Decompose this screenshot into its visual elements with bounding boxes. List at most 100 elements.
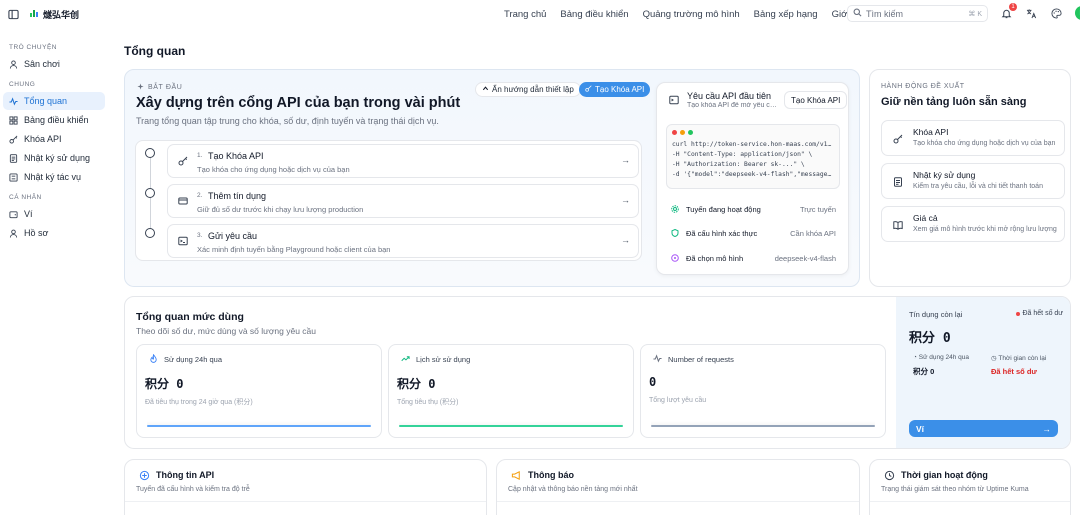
step-send-request[interactable]: 3. Gửi yêu cầu Xác minh định tuyến bằng … [167,224,639,258]
sparkle-icon [137,83,144,92]
card-title: Thông báo [528,470,574,480]
sidebar-item-profile[interactable]: Hồ sơ [3,224,105,242]
recommended-item-pricing[interactable]: Giá cả Xem giá mô hình trước khi mở rộng… [881,206,1065,242]
status-value: Cần khóa API [790,228,836,238]
clock-icon [884,470,895,481]
grid-icon [9,115,18,125]
wallet-icon [9,210,18,219]
credit-time-cell: ◷ Thời gian còn lại Đã hết số dư [991,354,1046,376]
trending-up-icon [401,354,410,363]
sidebar-toggle-icon[interactable] [7,8,19,20]
flame-icon: ◔ [913,354,917,361]
shield-icon [671,229,679,237]
activity-icon [653,354,662,363]
step-number: 3. [197,232,203,239]
hero-tag: BẮT ĐẦU [137,83,182,92]
arrow-right-icon: → [1042,423,1052,434]
arrow-right-icon: → [621,235,630,245]
recommended-item-title: Giá cả [913,213,938,223]
credit-warning: Đã hết số dư [1015,310,1064,317]
sidebar-item-api-keys[interactable]: Khóa API [3,130,105,148]
card-subtitle: Tuyến đã cấu hình và kiểm tra độ trễ [136,486,250,493]
api-card-subtitle: Tạo khóa API để mở yêu cầu đầu tiên [687,102,779,109]
nav-model-square[interactable]: Quảng trường mô hình [643,9,740,20]
recommended-item-desc: Tạo khóa cho ứng dụng hoặc dịch vụ của b… [913,140,1056,147]
create-api-key-button[interactable]: Tạo Khóa API [579,82,651,97]
step-desc: Xác minh định tuyến bằng Playground hoặc… [197,245,391,254]
code-line: -d '{"model":"deepseek-v4-flash","messag… [672,171,834,178]
divider [497,501,859,502]
wallet-button[interactable]: Ví → [909,420,1058,437]
sidebar-item-playground[interactable]: Sân chơi [3,55,105,73]
status-row-route: Tuyến đang hoạt động Trực tuyến [671,202,836,216]
nav-dashboard[interactable]: Bảng điều khiển [560,9,628,20]
code-line: curl http://token-service.hon-maas.com/v… [672,141,834,148]
card-title: Thông tin API [156,470,215,480]
sidebar-item-dashboard[interactable]: Bảng điều khiển [3,111,105,129]
stat-trend-line [399,421,623,427]
sidebar-section-title: CHUNG [9,81,36,88]
step-desc: Tạo khóa cho ứng dụng hoặc dịch vụ của b… [197,165,350,174]
sidebar-item-task-logs[interactable]: Nhật ký tác vụ [3,168,105,186]
step-title: Thêm tín dụng [208,191,267,201]
status-label: Đã cấu hình xác thực [686,228,758,238]
card-subtitle: Cập nhật và thông báo nền tảng mới nhất [508,486,638,493]
stat-value: 积分 0 [397,377,436,391]
usage-subtitle: Theo dõi số dư, mức dùng và số lượng yêu… [136,326,316,336]
route-icon [671,205,679,213]
nav-home[interactable]: Trang chủ [504,9,546,20]
recommended-item-api-keys[interactable]: Khóa API Tạo khóa cho ứng dụng hoặc dịch… [881,120,1065,156]
arrow-right-icon: → [621,195,630,205]
brand-name: 燧弘华创 [43,9,80,20]
credit-time-value: Đã hết số dư [991,367,1037,376]
log-icon [9,153,18,163]
recommended-title: Giữ nền tảng luôn sẵn sàng [881,96,1027,108]
uptime-card: Thời gian hoạt động Trạng thái giám sát … [869,459,1071,515]
card-icon [178,196,188,206]
card-subtitle: Trạng thái giám sát theo nhóm từ Uptime … [881,486,1029,493]
status-value: Trực tuyến [799,204,836,214]
main-nav: Trang chủ Bảng điều khiển Quảng trường m… [504,0,873,28]
status-label: Tuyến đang hoạt động [686,204,761,214]
flame-icon [149,353,158,363]
sidebar-item-wallet[interactable]: Ví [3,205,105,223]
card-title: Thời gian hoạt động [901,470,988,480]
brand[interactable]: 燧弘华创 [29,8,79,21]
recommended-item-usage-logs[interactable]: Nhật ký sử dụng Kiểm tra yêu cầu, lỗi và… [881,163,1065,199]
chevron-up-icon [482,85,489,94]
arrow-right-icon: → [621,155,630,165]
nav-leaderboard[interactable]: Bảng xếp hạng [754,9,818,20]
hero-title: Xây dựng trên cổng API của bạn trong vài… [136,95,461,111]
step-2-marker [145,188,155,198]
step-1-marker [145,148,155,158]
step-desc: Giữ đủ số dư trước khi chạy lưu lượng pr… [197,205,364,214]
stat-label: Sử dụng 24h qua [164,355,222,364]
avatar[interactable]: H [1075,6,1080,20]
search-placeholder: Tìm kiếm [866,8,903,19]
recommended-item-title: Nhật ký sử dụng [913,170,976,180]
step-title: Gửi yêu cầu [208,231,258,241]
curl-code-block[interactable]: curl http://token-service.hon-maas.com/v… [666,124,840,189]
code-line: -H "Authorization: Bearer sk-..." \ [672,161,805,168]
sidebar-item-overview[interactable]: Tổng quan [3,92,105,110]
step-create-api-key[interactable]: 1. Tạo Khóa API Tạo khóa cho ứng dụng ho… [167,144,639,178]
search-input[interactable]: Tìm kiếm ⌘ K [847,5,988,22]
create-api-key-label: Tạo Khóa API [595,85,645,94]
stat-request-count: Number of requests 0 Tổng lượt yêu cầu [640,344,886,438]
credit-warning-text: Đã hết số dư [1022,310,1064,317]
palette-icon[interactable] [1050,7,1062,19]
sidebar-item-usage-logs[interactable]: Nhật ký sử dụng [3,149,105,167]
translate-icon[interactable] [1025,7,1037,19]
hide-setup-guide-button[interactable]: Ẩn hướng dẫn thiết lập [475,82,581,97]
api-card-create-key-button[interactable]: Tạo Khóa API [784,91,848,109]
megaphone-icon [511,470,522,481]
code-line: -H "Content-Type: application/json" \ [672,151,813,158]
profile-icon [9,229,18,238]
step-number: 2. [197,192,203,199]
stat-label: Lịch sử sử dụng [416,355,471,364]
hero-subtitle: Trang tổng quan tập trung cho khóa, số d… [136,116,439,126]
api-card-title: Yêu cầu API đầu tiên [687,91,772,101]
bell-icon[interactable]: 1 [1000,3,1017,19]
step-add-credit[interactable]: 2. Thêm tín dụng Giữ đủ số dư trước khi … [167,184,639,218]
recommended-item-desc: Xem giá mô hình trước khi mở rộng lưu lư… [913,226,1057,233]
